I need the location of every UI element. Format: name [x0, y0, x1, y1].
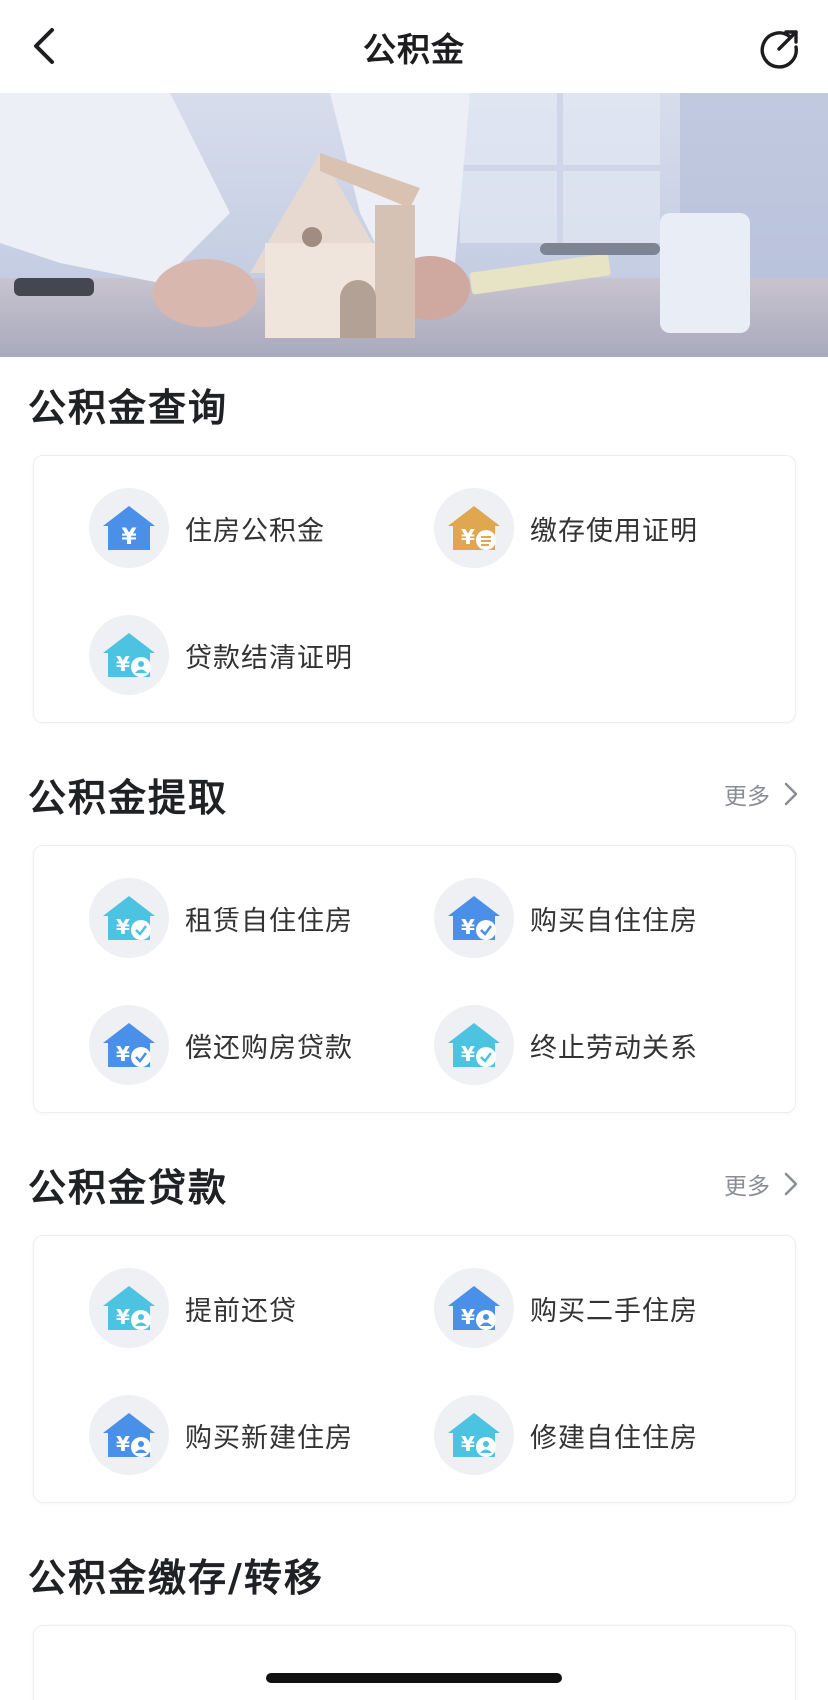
section-header-deposit-transfer: 公积金缴存/转移	[28, 1544, 800, 1604]
section-title: 公积金贷款	[28, 1165, 229, 1210]
share-arrow-icon	[760, 30, 798, 69]
house-yen-user-icon: ¥	[434, 1395, 514, 1475]
svg-text:¥: ¥	[116, 1432, 130, 1456]
service-label: 修建自住住房	[530, 1422, 698, 1454]
chevron-right-icon	[784, 1172, 798, 1196]
svg-text:¥: ¥	[121, 525, 137, 550]
section-title: 公积金提取	[28, 775, 229, 820]
house-yen-check-icon: ¥	[89, 878, 169, 958]
service-deposit-certificate[interactable]: ¥ 缴存使用证明	[434, 486, 698, 570]
svg-text:¥: ¥	[461, 1432, 475, 1456]
service-label: 购买二手住房	[530, 1295, 698, 1327]
more-label: 更多	[724, 784, 770, 810]
section-title: 公积金查询	[28, 385, 229, 430]
service-loan-settlement-certificate[interactable]: ¥ 贷款结清证明	[89, 613, 353, 697]
service-label: 终止劳动关系	[530, 1032, 698, 1064]
service-buy-second-hand[interactable]: ¥ 购买二手住房	[434, 1266, 698, 1350]
house-yen-user-icon: ¥	[434, 1268, 514, 1348]
back-button[interactable]	[24, 26, 64, 66]
share-button[interactable]	[758, 26, 802, 70]
deposit-transfer-card	[33, 1625, 796, 1700]
section-header-query: 公积金查询	[28, 374, 800, 434]
svg-text:¥: ¥	[461, 915, 475, 939]
service-repay-mortgage[interactable]: ¥ 偿还购房贷款	[89, 1003, 353, 1087]
house-yen-doc-icon: ¥	[434, 488, 514, 568]
house-yen-icon: ¥	[89, 488, 169, 568]
chevron-left-icon	[34, 28, 54, 64]
service-label: 住房公积金	[185, 515, 325, 547]
page-title: 公积金	[363, 29, 465, 69]
svg-text:¥: ¥	[116, 1042, 130, 1066]
home-indicator	[266, 1673, 562, 1683]
service-label: 缴存使用证明	[530, 515, 698, 547]
service-early-repayment[interactable]: ¥ 提前还贷	[89, 1266, 297, 1350]
house-yen-check-icon: ¥	[434, 1005, 514, 1085]
loan-services-card: ¥ 提前还贷 ¥ 购买二手住房 ¥ 购买新建住房 ¥ 修建自住住房	[33, 1235, 796, 1503]
more-label: 更多	[724, 1174, 770, 1200]
service-label: 购买自住住房	[530, 905, 698, 937]
svg-text:¥: ¥	[116, 915, 130, 939]
svg-text:¥: ¥	[116, 1305, 130, 1329]
service-label: 提前还贷	[185, 1295, 297, 1327]
service-label: 贷款结清证明	[185, 642, 353, 674]
more-link-loan[interactable]: 更多	[724, 1167, 800, 1201]
house-model-banner-image	[0, 93, 828, 357]
service-rent-housing[interactable]: ¥ 租赁自住住房	[89, 876, 353, 960]
service-build-housing[interactable]: ¥ 修建自住住房	[434, 1393, 698, 1477]
house-yen-user-icon: ¥	[89, 1268, 169, 1348]
service-buy-new-housing[interactable]: ¥ 购买新建住房	[89, 1393, 353, 1477]
withdrawal-services-card: ¥ 租赁自住住房 ¥ 购买自住住房 ¥ 偿还购房贷款 ¥ 终止劳动关系	[33, 845, 796, 1113]
service-label: 购买新建住房	[185, 1422, 353, 1454]
service-buy-housing[interactable]: ¥ 购买自住住房	[434, 876, 698, 960]
query-services-card: ¥ 住房公积金 ¥ 缴存使用证明 ¥ 贷款结清证明	[33, 455, 796, 723]
service-housing-fund[interactable]: ¥ 住房公积金	[89, 486, 325, 570]
more-link-withdrawal[interactable]: 更多	[724, 777, 800, 811]
top-navigation-bar: 公积金	[0, 0, 828, 93]
section-header-loan: 公积金贷款 更多	[28, 1154, 800, 1214]
house-yen-check-icon: ¥	[434, 878, 514, 958]
house-yen-check-icon: ¥	[89, 1005, 169, 1085]
service-label: 租赁自住住房	[185, 905, 353, 937]
section-header-withdrawal: 公积金提取 更多	[28, 764, 800, 824]
svg-text:¥: ¥	[461, 525, 475, 549]
chevron-right-icon	[784, 782, 798, 806]
svg-text:¥: ¥	[461, 1042, 475, 1066]
house-yen-user-icon: ¥	[89, 1395, 169, 1475]
house-yen-user-icon: ¥	[89, 615, 169, 695]
svg-text:¥: ¥	[116, 652, 130, 676]
svg-text:¥: ¥	[461, 1305, 475, 1329]
banner-illustration	[0, 93, 828, 357]
service-label: 偿还购房贷款	[185, 1032, 353, 1064]
service-terminate-employment[interactable]: ¥ 终止劳动关系	[434, 1003, 698, 1087]
section-title: 公积金缴存/转移	[28, 1555, 324, 1600]
